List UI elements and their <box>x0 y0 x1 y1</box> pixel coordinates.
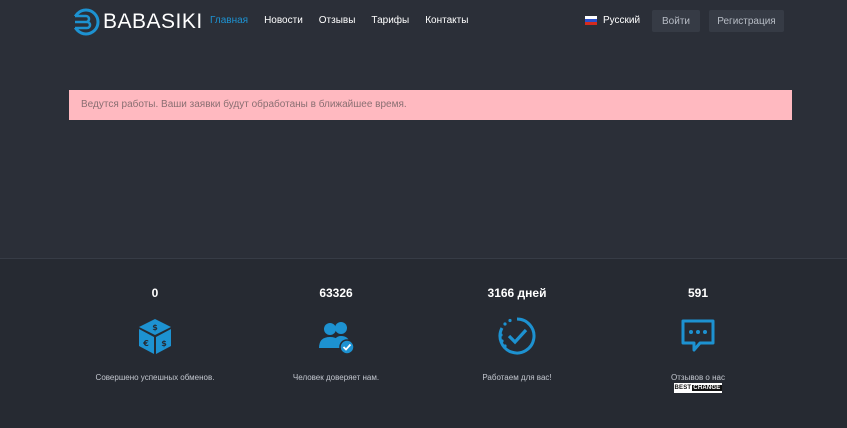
stat-value: 0 <box>151 286 159 300</box>
nav-tariffs[interactable]: Тарифы <box>371 15 409 26</box>
nav-news[interactable]: Новости <box>264 15 303 26</box>
stats-footer: 0 $ € $ Совершено успешных обменов. 6332… <box>0 258 847 428</box>
language-label: Русский <box>603 15 641 26</box>
stat-value: 3166 дней <box>487 286 547 300</box>
nav-home[interactable]: Главная <box>210 15 248 26</box>
svg-text:€: € <box>142 339 149 348</box>
bestchange-part1: BEST <box>674 385 692 391</box>
svg-text:$: $ <box>152 323 158 332</box>
users-check-icon <box>319 322 355 355</box>
circle-check-icon <box>498 317 536 355</box>
logo-icon <box>72 8 100 36</box>
login-button[interactable]: Войти <box>652 10 700 32</box>
main-nav: Главная Новости Отзывы Тарифы Контакты <box>210 15 484 26</box>
logo-text: BABASIKI <box>103 10 203 33</box>
stat-value: 591 <box>687 286 709 300</box>
money-box-icon: $ € $ <box>139 319 171 354</box>
svg-text:$: $ <box>161 339 167 348</box>
stat-label: Работаем для вас! <box>482 373 552 382</box>
chat-bubble-icon <box>681 319 715 352</box>
language-selector[interactable]: Русский <box>585 15 640 26</box>
logo[interactable]: BABASIKI <box>72 8 203 36</box>
bestchange-part2: CHANGE <box>692 385 722 391</box>
register-button[interactable]: Регистрация <box>709 10 784 32</box>
bestchange-badge[interactable]: BEST CHANGE <box>674 383 722 393</box>
stat-label: Отзывов о нас <box>671 373 725 382</box>
stat-label: Совершено успешных обменов. <box>95 373 215 382</box>
maintenance-alert: Ведутся работы. Ваши заявки будут обрабо… <box>69 90 792 120</box>
nav-contacts[interactable]: Контакты <box>425 15 468 26</box>
russia-flag-icon <box>585 16 597 25</box>
stat-label: Человек доверяет нам. <box>292 373 380 382</box>
stat-value: 63326 <box>319 286 353 300</box>
top-bar: BABASIKI Главная Новости Отзывы Тарифы К… <box>0 0 847 44</box>
nav-reviews[interactable]: Отзывы <box>319 15 356 26</box>
